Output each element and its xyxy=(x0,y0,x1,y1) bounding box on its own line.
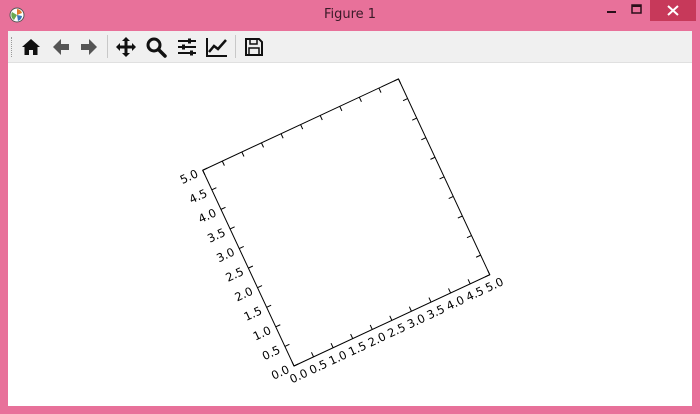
back-button[interactable] xyxy=(49,35,73,59)
floppy-disk-icon xyxy=(245,38,263,56)
x-tick-label: 0.5 xyxy=(307,357,329,377)
magnifier-icon xyxy=(146,37,167,58)
x-tick-label: 0.0 xyxy=(287,366,309,386)
x-tick-label: 4.5 xyxy=(464,284,486,304)
edit-axis-button[interactable] xyxy=(205,35,229,59)
arrow-right-icon xyxy=(81,39,97,55)
y-tick-label: 2.0 xyxy=(233,284,255,304)
y-tick-label: 1.5 xyxy=(242,303,264,323)
window-title: Figure 1 xyxy=(323,7,377,22)
arrow-left-icon xyxy=(53,39,69,55)
y-tick-label: 4.5 xyxy=(187,186,209,206)
x-tick-label: 1.5 xyxy=(346,338,368,358)
x-tick-label: 1.0 xyxy=(327,348,349,368)
title-bar[interactable]: Figure 1 xyxy=(0,0,700,31)
subplots-button[interactable] xyxy=(175,35,199,59)
home-button[interactable] xyxy=(19,35,43,59)
y-tick-label: 4.0 xyxy=(196,206,218,226)
navigation-toolbar xyxy=(8,31,692,63)
x-tick-label: 3.0 xyxy=(405,311,427,331)
y-tick-label: 5.0 xyxy=(178,166,200,186)
maximize-button[interactable] xyxy=(624,0,650,21)
home-icon xyxy=(22,39,40,55)
line-chart-icon xyxy=(206,38,227,57)
y-tick-label: 0.0 xyxy=(269,362,291,382)
figure-canvas[interactable]: 0.0 0.5 1.0 1.5 2.0 2.5 3.0 3.5 4.0 4.5 5.0 0.0 0.5 1… xyxy=(8,63,692,406)
rotated-axes-plot[interactable]: 0.00.51.01.52.02.53.03.54.04.55.00.00.51… xyxy=(8,63,692,406)
y-tick-label: 3.0 xyxy=(214,245,236,265)
forward-button[interactable] xyxy=(77,35,101,59)
sliders-icon xyxy=(178,38,196,56)
y-tick-label: 3.5 xyxy=(205,225,227,245)
pan-button[interactable] xyxy=(114,35,138,59)
y-tick-label: 1.0 xyxy=(251,323,273,343)
zoom-button[interactable] xyxy=(144,35,168,59)
minimize-button[interactable] xyxy=(598,0,626,21)
x-tick-label: 2.5 xyxy=(385,320,407,340)
toolbar-separator xyxy=(235,35,236,58)
move-icon xyxy=(116,37,136,57)
x-tick-label: 4.0 xyxy=(444,293,466,313)
toolbar-separator xyxy=(107,35,108,58)
x-tick-label: 2.0 xyxy=(366,329,388,349)
figure-client-area: 0.0 0.5 1.0 1.5 2.0 2.5 3.0 3.5 4.0 4.5 5.0 0.0 0.5 1… xyxy=(8,31,692,406)
x-tick-label: 3.5 xyxy=(424,302,446,322)
close-icon xyxy=(667,5,679,16)
y-tick-label: 0.5 xyxy=(260,343,282,363)
y-tick-label: 2.5 xyxy=(223,264,245,284)
save-button[interactable] xyxy=(242,35,266,59)
minimize-icon xyxy=(607,11,616,13)
toolbar-grip[interactable] xyxy=(11,37,15,57)
axes-frame xyxy=(202,78,491,367)
x-tick-label: 5.0 xyxy=(483,274,505,294)
close-button[interactable] xyxy=(650,0,696,21)
figure-window: Figure 1 0.0 0.5 1.0 1.5 2.0 2.5 3.0 3.5… xyxy=(0,0,700,414)
